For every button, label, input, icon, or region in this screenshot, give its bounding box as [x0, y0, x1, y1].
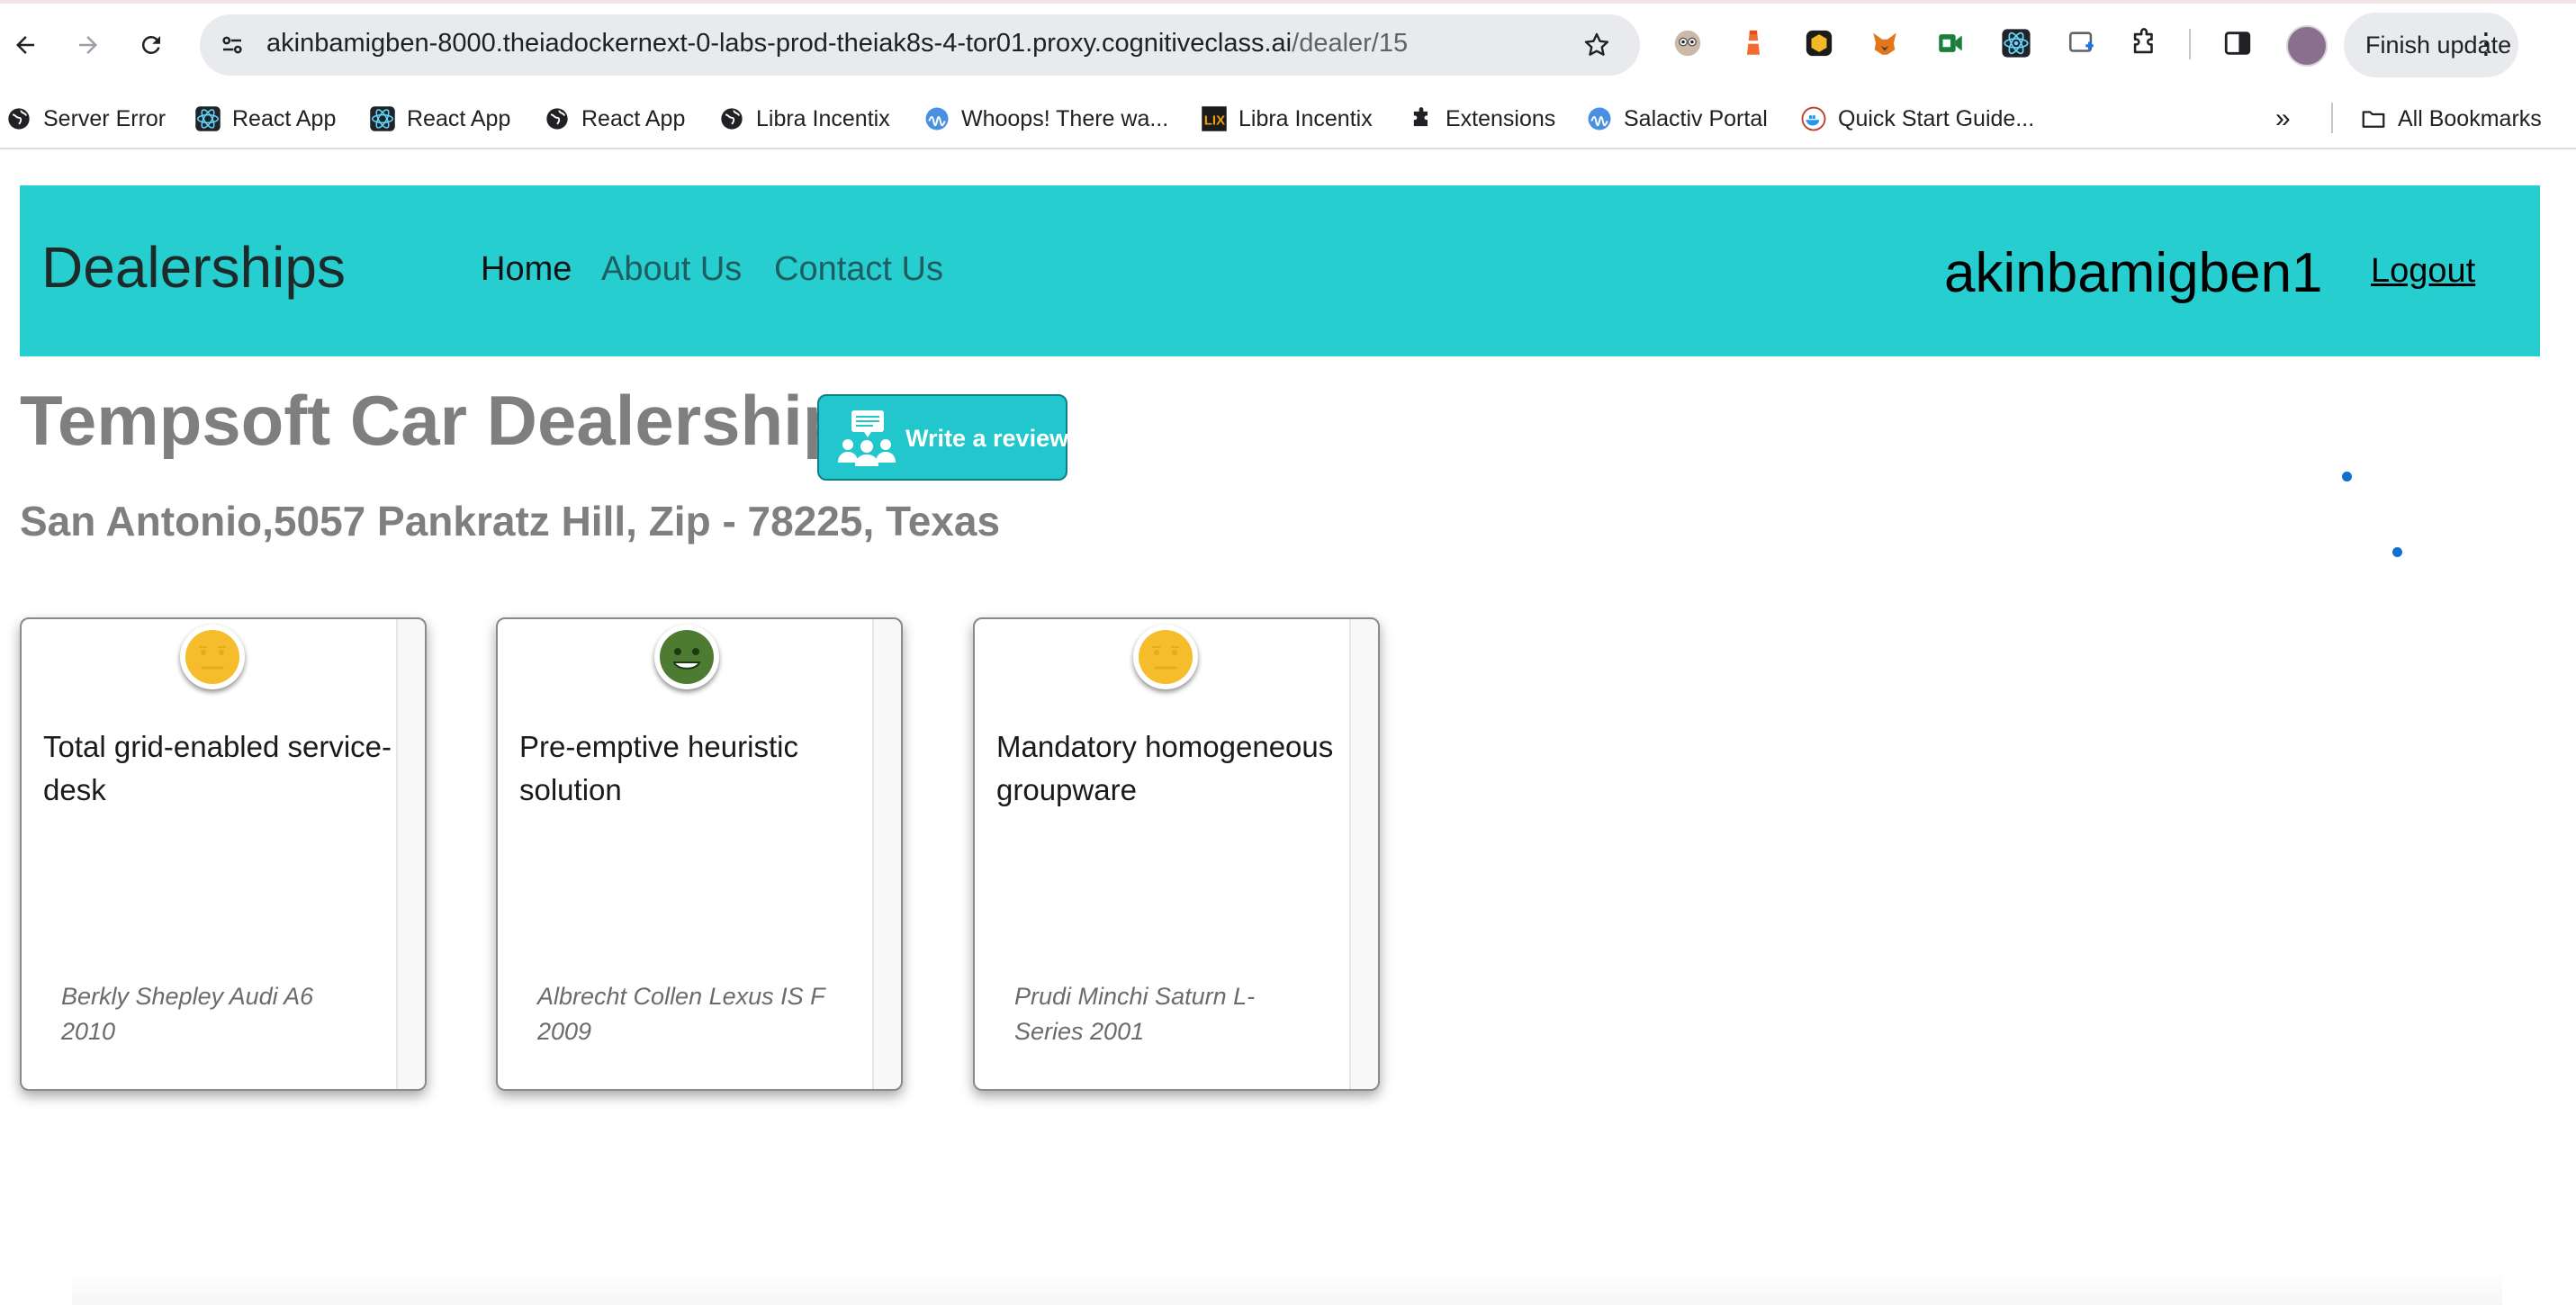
bookmark-label: Libra Incentix — [1238, 105, 1373, 131]
back-arrow-icon[interactable] — [0, 20, 50, 70]
extension-lighthouse-icon[interactable] — [1735, 25, 1771, 61]
extension-cube-icon[interactable] — [1801, 25, 1837, 61]
react-icon — [194, 105, 221, 132]
extensions-puzzle-icon[interactable] — [2126, 25, 2162, 61]
browser-toolbar: akinbamigben-8000.theiadockernext-0-labs… — [0, 0, 2576, 90]
review-meta: Albrecht Collen Lexus IS F 2009 — [537, 983, 825, 1045]
review-people-icon — [835, 407, 898, 470]
smiley-face-icon — [656, 626, 717, 688]
extension-owl-icon[interactable] — [1670, 25, 1706, 61]
bookmark-item[interactable]: Quick Start Guide... — [1800, 99, 2034, 139]
url-path: /dealer/15 — [1292, 29, 1409, 58]
bookmark-item[interactable]: Libra Incentix — [718, 99, 890, 139]
side-panel-icon[interactable] — [2220, 25, 2256, 61]
loading-dot — [2342, 472, 2352, 482]
globe-icon — [718, 105, 745, 132]
nav-link-about[interactable]: About Us — [601, 250, 742, 289]
address-bar[interactable]: akinbamigben-8000.theiadockernext-0-labs… — [200, 14, 1640, 76]
card-scrollbar[interactable] — [1349, 619, 1378, 1089]
card-scrollbar[interactable] — [872, 619, 901, 1089]
extension-meet-icon[interactable] — [1932, 25, 1968, 61]
toolbar-divider — [2189, 29, 2191, 59]
bookmark-label: Extensions — [1446, 105, 1556, 131]
more-menu-icon[interactable]: ⋮ — [2472, 29, 2500, 58]
bookmark-star-icon[interactable] — [1579, 27, 1615, 63]
neutral-face-icon — [182, 626, 243, 688]
bookmark-item[interactable]: Server Error — [5, 99, 166, 139]
write-review-button[interactable]: Write a review — [817, 394, 1069, 481]
review-card: Pre-emptive heuristic solution Albrecht … — [496, 617, 903, 1091]
bookmark-label: Quick Start Guide... — [1838, 105, 2035, 131]
card-scrollbar[interactable] — [396, 619, 425, 1089]
review-card: Total grid-enabled service-desk Berkly S… — [20, 617, 427, 1091]
extension-screenshot-icon[interactable] — [2064, 25, 2100, 61]
globe-icon — [5, 105, 32, 132]
finish-update-button[interactable]: Finish update ⋮ — [2344, 13, 2518, 77]
bookmark-item[interactable]: Whoops! There wa... — [923, 99, 1168, 139]
docker-icon — [1800, 105, 1827, 132]
neutral-face-icon — [1135, 626, 1196, 688]
bookmark-item[interactable]: React App — [369, 99, 510, 139]
wave-icon — [923, 105, 950, 132]
bookmark-item[interactable]: LIX Libra Incentix — [1201, 99, 1373, 139]
url-host: akinbamigben-8000.theiadockernext-0-labs… — [266, 29, 1293, 58]
extension-fox-icon[interactable] — [1867, 25, 1903, 61]
bookmark-item[interactable]: Extensions — [1408, 99, 1555, 139]
bookmark-label: Libra Incentix — [756, 105, 890, 131]
review-title: Mandatory homogeneous groupware — [996, 730, 1334, 806]
react-icon — [369, 105, 396, 132]
all-bookmarks-label: All Bookmarks — [2398, 105, 2542, 131]
bookmarks-overflow-icon[interactable]: » — [2275, 99, 2291, 139]
tab-strip-edge — [0, 0, 2576, 4]
dealer-address: San Antonio,5057 Pankratz Hill, Zip - 78… — [20, 498, 1001, 544]
bookmarks-divider — [2331, 103, 2333, 133]
logout-link[interactable]: Logout — [2371, 252, 2475, 291]
forward-arrow-icon[interactable] — [63, 20, 113, 70]
bookmark-label: Server Error — [43, 105, 167, 131]
bookmark-label: React App — [581, 105, 686, 131]
brand-title[interactable]: Dealerships — [41, 234, 346, 301]
app-navbar: Dealerships Home About Us Contact Us aki… — [20, 185, 2540, 356]
bookmark-label: React App — [232, 105, 337, 131]
username: akinbamigben1 — [1944, 242, 2323, 304]
folder-icon — [2360, 105, 2387, 132]
bookmark-label: React App — [407, 105, 511, 131]
nav-link-contact[interactable]: Contact Us — [774, 250, 943, 289]
bookmark-item[interactable]: React App — [194, 99, 336, 139]
svg-text:LIX: LIX — [1204, 112, 1225, 128]
loading-dot — [2392, 547, 2402, 557]
url-text: akinbamigben-8000.theiadockernext-0-labs… — [266, 29, 1408, 58]
write-review-label: Write a review — [905, 425, 1069, 452]
bookmark-item[interactable]: Salactiv Portal — [1586, 99, 1768, 139]
site-info-icon[interactable] — [214, 27, 250, 63]
globe-icon — [544, 105, 571, 132]
puzzle-icon — [1408, 105, 1435, 132]
extension-react-devtools-icon[interactable] — [1998, 25, 2034, 61]
review-card: Mandatory homogeneous groupware Prudi Mi… — [973, 617, 1380, 1091]
nav-link-home[interactable]: Home — [481, 250, 572, 289]
review-title: Pre-emptive heuristic solution — [519, 730, 798, 806]
bookmarks-bar: Server Error React App React App React A… — [0, 90, 2576, 149]
bookmark-item[interactable]: React App — [544, 99, 685, 139]
all-bookmarks-item[interactable]: All Bookmarks — [2360, 99, 2542, 139]
wave-icon — [1586, 105, 1613, 132]
bookmark-label: Whoops! There wa... — [961, 105, 1169, 131]
review-meta: Prudi Minchi Saturn L-Series 2001 — [1014, 983, 1256, 1045]
profile-avatar[interactable] — [2286, 25, 2328, 67]
lix-icon: LIX — [1201, 105, 1228, 132]
review-title: Total grid-enabled service-desk — [43, 730, 392, 806]
bookmark-label: Salactiv Portal — [1624, 105, 1768, 131]
review-meta: Berkly Shepley Audi A6 2010 — [61, 983, 314, 1045]
reload-icon[interactable] — [126, 20, 176, 70]
page-bottom-fade — [72, 1269, 2502, 1305]
dealer-name: Tempsoft Car Dealership — [20, 381, 846, 460]
